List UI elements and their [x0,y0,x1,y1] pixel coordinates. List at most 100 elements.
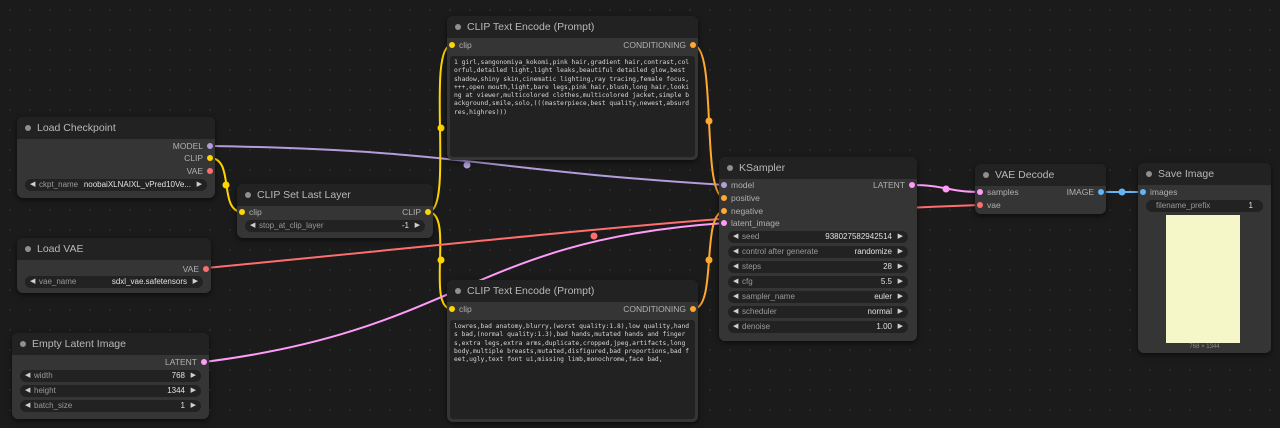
left-arrow-icon[interactable]: ◀ [733,306,738,318]
output-clip-label: CLIP [184,153,203,163]
stop-at-clip-layer-stepper[interactable]: ◀ stop_at_clip_layer -1 ▶ [245,220,425,232]
filename-prefix-input[interactable]: filename_prefix 1 [1146,200,1263,212]
widget-label: height [34,386,56,395]
left-arrow-icon[interactable]: ◀ [733,231,738,243]
steps-stepper[interactable]: ◀ steps 28 ▶ [728,261,908,273]
left-arrow-icon[interactable]: ◀ [733,321,738,333]
link-vae-midpoint [590,232,598,240]
output-conditioning-dot[interactable] [690,42,696,48]
left-arrow-icon[interactable]: ◀ [30,276,35,288]
output-vae-dot[interactable] [207,168,213,174]
input-samples-dot[interactable] [977,189,983,195]
node-title: CLIP Text Encode (Prompt) [447,280,698,302]
right-arrow-icon[interactable]: ▶ [898,246,903,258]
right-arrow-icon[interactable]: ▶ [191,385,196,397]
widget-label: filename_prefix [1156,201,1211,210]
node-load-vae[interactable]: Load VAE VAE ◀ vae_name sdxl_vae.safeten… [17,238,211,293]
link-negative-midpoint [705,256,713,264]
widget-label: stop_at_clip_layer [259,221,324,230]
link-clip-positive-midpoint [437,124,445,132]
node-empty-latent-image[interactable]: Empty Latent Image LATENT ◀ width 768 ▶ … [12,333,209,419]
input-images-dot[interactable] [1140,189,1146,195]
output-image-preview[interactable] [1166,215,1240,343]
widget-value: -1 [401,221,409,230]
width-stepper[interactable]: ◀ width 768 ▶ [20,370,201,382]
output-latent-dot[interactable] [909,182,915,188]
input-model-dot[interactable] [721,182,727,188]
right-arrow-icon[interactable]: ▶ [898,321,903,333]
right-arrow-icon[interactable]: ▶ [191,370,196,382]
scheduler-select[interactable]: ◀ scheduler normal ▶ [728,306,908,318]
output-model-dot[interactable] [207,143,213,149]
left-arrow-icon[interactable]: ◀ [250,220,255,232]
input-latent-image-dot[interactable] [721,220,727,226]
control-after-generate-select[interactable]: ◀ control after generate randomize ▶ [728,246,908,258]
left-arrow-icon[interactable]: ◀ [25,385,30,397]
left-arrow-icon[interactable]: ◀ [733,276,738,288]
output-conditioning-dot[interactable] [690,306,696,312]
link-clip-ckpt-midpoint [222,181,230,189]
left-arrow-icon[interactable]: ◀ [733,291,738,303]
link-model-midpoint [463,161,471,169]
node-title: VAE Decode [975,164,1106,186]
link-latent-out [911,184,981,193]
left-arrow-icon[interactable]: ◀ [30,179,35,191]
widget-label: ckpt_name [39,180,79,189]
right-arrow-icon[interactable]: ▶ [415,220,420,232]
input-vae-dot[interactable] [977,202,983,208]
widget-label: cfg [742,277,753,286]
input-clip-dot[interactable] [449,42,455,48]
seed-stepper[interactable]: ◀ seed 938027582942514 ▶ [728,231,908,243]
node-clip-text-encode-positive[interactable]: CLIP Text Encode (Prompt) clip CONDITION… [447,16,698,160]
widget-value: noobaiXLNAIXL_vPred10Ve... [83,180,191,189]
input-negative-dot[interactable] [721,208,727,214]
negative-prompt-textarea[interactable]: lowres,bad anatomy,blurry,(worst quality… [450,320,695,419]
output-clip-label: CLIP [402,207,421,217]
output-vae-dot[interactable] [203,266,209,272]
right-arrow-icon[interactable]: ▶ [193,276,198,288]
node-vae-decode[interactable]: VAE Decode samples vae IMAGE [975,164,1106,214]
node-ksampler[interactable]: KSampler model positive negative latent_… [719,157,917,341]
right-arrow-icon[interactable]: ▶ [898,291,903,303]
left-arrow-icon[interactable]: ◀ [733,261,738,273]
right-arrow-icon[interactable]: ▶ [898,261,903,273]
left-arrow-icon[interactable]: ◀ [25,370,30,382]
height-stepper[interactable]: ◀ height 1344 ▶ [20,385,201,397]
widget-value: 768 [171,371,185,380]
denoise-stepper[interactable]: ◀ denoise 1.00 ▶ [728,321,908,333]
left-arrow-icon[interactable]: ◀ [733,246,738,258]
widget-value: sdxl_vae.safetensors [111,277,187,286]
vae-name-select[interactable]: ◀ vae_name sdxl_vae.safetensors ▶ [25,276,203,288]
ckpt-name-select[interactable]: ◀ ckpt_name noobaiXLNAIXL_vPred10Ve... ▶ [25,179,207,191]
widget-label: scheduler [742,307,777,316]
right-arrow-icon[interactable]: ▶ [898,276,903,288]
input-clip-dot[interactable] [449,306,455,312]
input-samples-label: samples [987,187,1019,197]
node-title: Load Checkpoint [17,117,215,139]
right-arrow-icon[interactable]: ▶ [197,179,202,191]
node-clip-set-last-layer[interactable]: CLIP Set Last Layer clip CLIP ◀ stop_at_… [237,184,433,238]
input-clip-dot[interactable] [239,209,245,215]
node-clip-text-encode-negative[interactable]: CLIP Text Encode (Prompt) clip CONDITION… [447,280,698,422]
input-positive-dot[interactable] [721,195,727,201]
node-load-checkpoint[interactable]: Load Checkpoint MODEL CLIP VAE ◀ ckpt_na… [17,117,215,198]
batch-size-stepper[interactable]: ◀ batch_size 1 ▶ [20,400,201,412]
sampler-name-select[interactable]: ◀ sampler_name euler ▶ [728,291,908,303]
cfg-stepper[interactable]: ◀ cfg 5.5 ▶ [728,276,908,288]
output-latent-dot[interactable] [201,359,207,365]
positive-prompt-textarea[interactable]: 1 girl,sangonomiya_kokomi,pink hair,grad… [450,56,695,157]
node-title: Load VAE [17,238,211,260]
node-save-image[interactable]: Save Image images filename_prefix 1 768 … [1138,163,1271,353]
right-arrow-icon[interactable]: ▶ [191,400,196,412]
widget-value: euler [874,292,892,301]
node-title: KSampler [719,157,917,179]
widget-label: denoise [742,322,771,331]
right-arrow-icon[interactable]: ▶ [898,306,903,318]
input-model-label: model [731,180,755,190]
output-clip-dot[interactable] [207,155,213,161]
output-clip-dot[interactable] [425,209,431,215]
widget-label: batch_size [34,401,73,410]
left-arrow-icon[interactable]: ◀ [25,400,30,412]
right-arrow-icon[interactable]: ▶ [898,231,903,243]
output-image-dot[interactable] [1098,189,1104,195]
